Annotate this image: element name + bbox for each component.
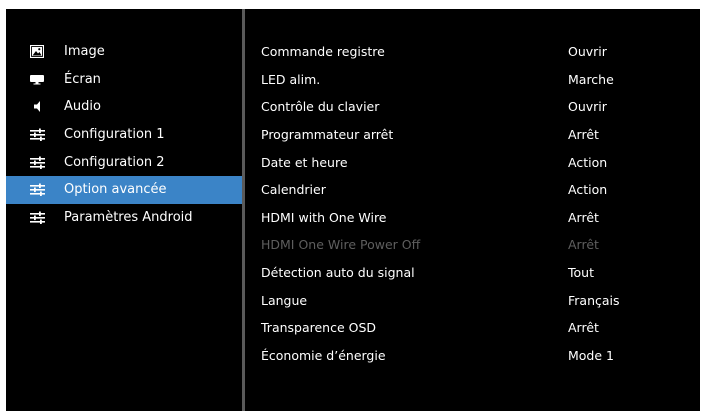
sidebar-item-option-avancee[interactable]: Option avancée — [6, 175, 242, 204]
setting-value: Arrêt — [568, 320, 599, 336]
sidebar-item-label: Option avancée — [64, 182, 167, 198]
setting-row-transparence-osd[interactable]: Transparence OSD Arrêt — [261, 314, 691, 342]
setting-row-controle-du-clavier[interactable]: Contrôle du clavier Ouvrir — [261, 93, 691, 121]
setting-name: LED alim. — [261, 71, 321, 87]
setting-row-programmateur-arret[interactable]: Programmateur arrêt Arrêt — [261, 121, 691, 149]
setting-value: Ouvrir — [568, 44, 607, 60]
setting-name: Date et heure — [261, 154, 348, 170]
settings-list: Commande registre Ouvrir LED alim. March… — [261, 38, 691, 369]
sidebar-item-image[interactable]: Image — [6, 38, 242, 66]
setting-row-hdmi-one-wire-power-off: HDMI One Wire Power Off Arrêt — [261, 231, 691, 259]
setting-value: Arrêt — [568, 127, 599, 143]
sidebar-item-label: Configuration 1 — [64, 127, 165, 143]
setting-value: Action — [568, 182, 608, 198]
setting-name: Économie d’énergie — [261, 347, 386, 363]
sidebar-item-audio[interactable]: Audio — [6, 93, 242, 121]
setting-value: Tout — [568, 265, 594, 281]
setting-name: Commande registre — [261, 44, 385, 60]
sidebar-item-label: Écran — [64, 71, 101, 87]
setting-row-calendrier[interactable]: Calendrier Action — [261, 176, 691, 204]
setting-name: Contrôle du clavier — [261, 99, 380, 115]
setting-value: Français — [568, 292, 620, 308]
sidebar-item-configuration-1[interactable]: Configuration 1 — [6, 121, 242, 149]
setting-row-detection-auto-du-signal[interactable]: Détection auto du signal Tout — [261, 259, 691, 287]
sidebar-item-label: Image — [64, 44, 105, 60]
setting-row-langue[interactable]: Langue Français — [261, 286, 691, 314]
setting-value: Arrêt — [568, 209, 599, 225]
sidebar-item-configuration-2[interactable]: Configuration 2 — [6, 148, 242, 176]
setting-name: HDMI One Wire Power Off — [261, 237, 421, 253]
sidebar-menu: Image Écran Audio Configuration 1 Config… — [6, 38, 242, 231]
setting-value: Ouvrir — [568, 99, 607, 115]
setting-name: Langue — [261, 292, 308, 308]
setting-value: Marche — [568, 71, 614, 87]
screen: Image Écran Audio Configuration 1 Config… — [0, 0, 707, 411]
sidebar-item-label: Audio — [64, 99, 101, 115]
setting-row-economie-d-energie[interactable]: Économie d’énergie Mode 1 — [261, 342, 691, 370]
setting-row-commande-registre[interactable]: Commande registre Ouvrir — [261, 38, 691, 66]
setting-name: Programmateur arrêt — [261, 127, 394, 143]
setting-value: Arrêt — [568, 237, 599, 253]
setting-value: Mode 1 — [568, 347, 614, 363]
sidebar-item-ecran[interactable]: Écran — [6, 66, 242, 94]
sidebar-item-label: Configuration 2 — [64, 154, 165, 170]
setting-name: Détection auto du signal — [261, 265, 415, 281]
setting-row-hdmi-with-one-wire[interactable]: HDMI with One Wire Arrêt — [261, 204, 691, 232]
setting-name: HDMI with One Wire — [261, 209, 387, 225]
setting-row-date-et-heure[interactable]: Date et heure Action — [261, 148, 691, 176]
sliders-icon — [28, 210, 46, 224]
setting-row-led-alim[interactable]: LED alim. Marche — [261, 66, 691, 94]
sidebar-item-parametres-android[interactable]: Paramètres Android — [6, 204, 242, 232]
speaker-icon — [28, 100, 46, 114]
sliders-icon — [28, 183, 46, 197]
setting-name: Calendrier — [261, 182, 326, 198]
osd-menu: Image Écran Audio Configuration 1 Config… — [6, 9, 700, 411]
setting-value: Action — [568, 154, 608, 170]
sliders-icon — [28, 155, 46, 169]
sidebar-item-label: Paramètres Android — [64, 209, 193, 225]
sliders-icon — [28, 128, 46, 142]
screen-icon — [28, 72, 46, 86]
image-icon — [28, 45, 46, 59]
setting-name: Transparence OSD — [261, 320, 377, 336]
menu-divider — [242, 9, 245, 411]
